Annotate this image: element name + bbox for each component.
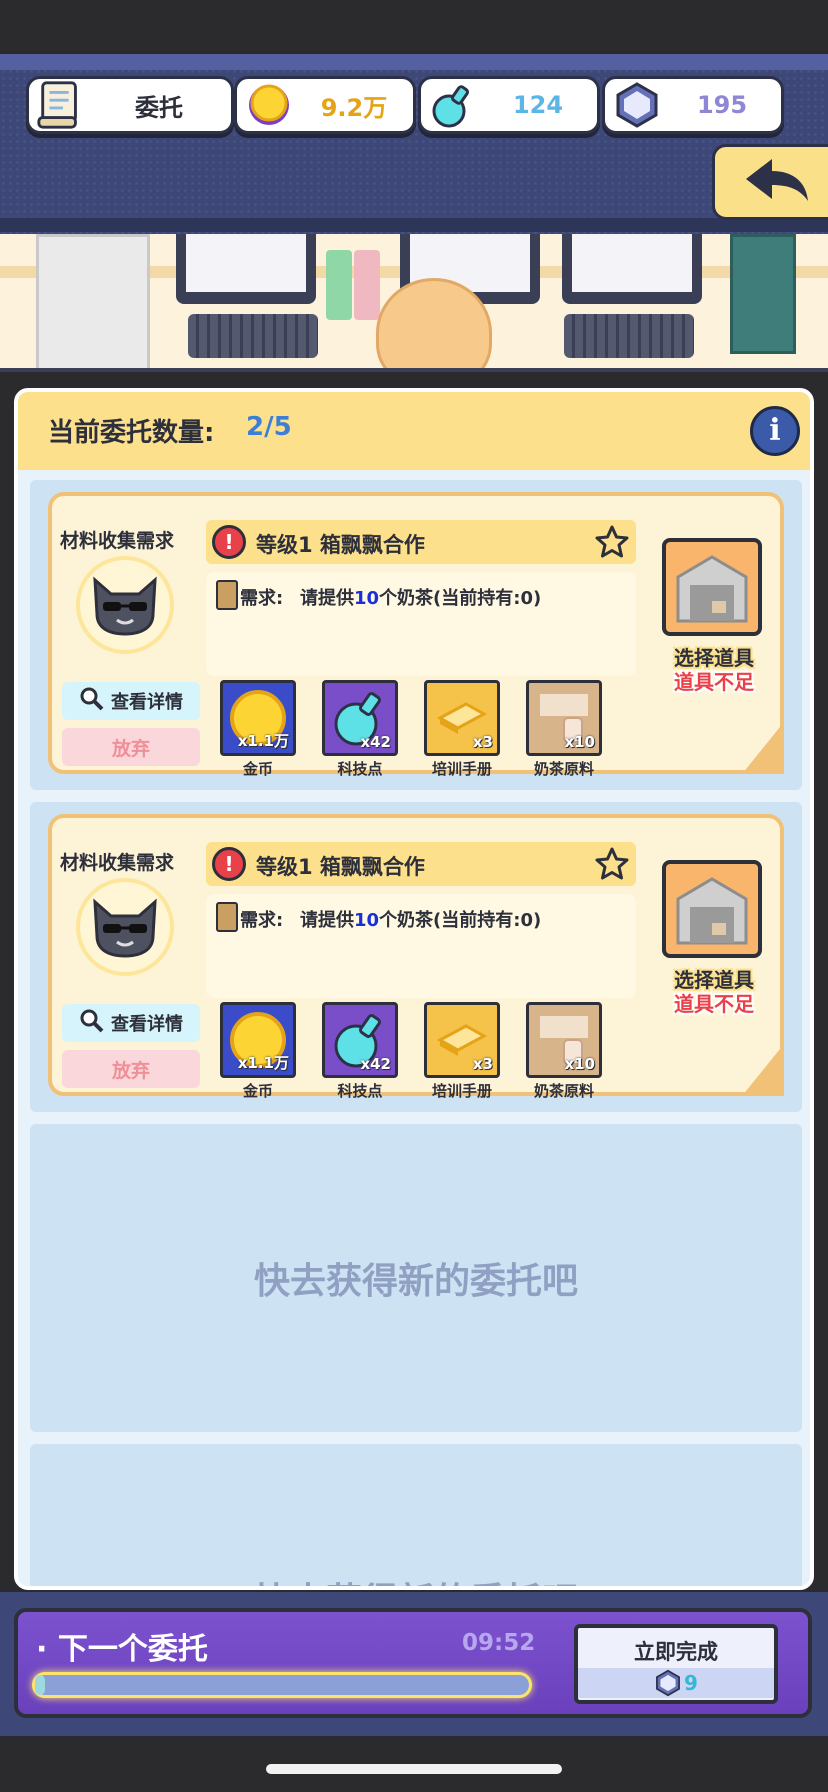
instant-complete-button[interactable]: 立即完成 9 [574, 1624, 778, 1704]
magnifier-icon [79, 1008, 105, 1039]
entrust-card: 材料收集需求 查看详情 放弃 ! 等级1 箱飘飘合作 需求: 请提供10个奶茶(… [48, 492, 784, 778]
empty-slot-text: 快去获得新的委托吧 [253, 1261, 578, 1302]
warehouse-icon [676, 555, 748, 623]
reward-gold[interactable]: x1.1万 金币 [220, 680, 296, 779]
magnifier-icon [79, 686, 105, 717]
gold-value: 9.2万 [320, 93, 388, 122]
entrust-slot: 材料收集需求 查看详情 放弃 ! 等级1 箱飘飘合作 需求: 请提供10个奶茶(… [30, 802, 802, 1112]
back-button[interactable] [712, 144, 828, 220]
progress-fill [35, 1675, 45, 1695]
scene-keyboard [188, 314, 318, 358]
view-details-button[interactable]: 查看详情 [62, 1004, 200, 1042]
requirement-label: 需求: [240, 588, 284, 609]
view-details-label: 查看详情 [111, 692, 183, 713]
header-strip-bottom [0, 218, 828, 232]
requirement-box: 需求: 请提供10个奶茶(当前持有:0) [206, 572, 636, 676]
card-title-bar: ! 等级1 箱飘飘合作 [206, 842, 636, 886]
instant-complete-cost: 9 [578, 1668, 774, 1698]
view-details-label: 查看详情 [111, 1014, 183, 1035]
requirement-text: 请提供10个奶茶(当前持有:0) [300, 910, 542, 931]
insufficient-item-label: 道具不足 [674, 670, 754, 694]
clipboard-icon [216, 580, 238, 610]
entrust-pill[interactable]: 委托 [26, 76, 234, 134]
next-entrust-timer: 09:52 [462, 1630, 536, 1656]
home-indicator[interactable] [266, 1764, 562, 1774]
back-arrow-icon [742, 155, 812, 209]
reward-tech[interactable]: x42 科技点 [322, 1002, 398, 1101]
scroll-icon [35, 79, 87, 131]
empty-slot-text: 快去获得新的委托吧 [30, 1572, 802, 1586]
star-icon[interactable] [594, 846, 630, 882]
tech-value: 124 [512, 91, 564, 119]
clipboard-icon [216, 902, 238, 932]
abandon-button[interactable]: 放弃 [62, 1050, 200, 1088]
gold-pill[interactable]: 9.2万 [234, 76, 416, 134]
insufficient-item-label: 道具不足 [674, 992, 754, 1016]
hex-gem-icon [611, 79, 663, 131]
reward-milk-tea-material[interactable]: x10 奶茶原料 [526, 1002, 602, 1101]
instant-complete-label: 立即完成 [634, 1640, 718, 1664]
abandon-button[interactable]: 放弃 [62, 728, 200, 766]
flask-icon [427, 79, 479, 131]
tech-pill[interactable]: 124 [418, 76, 600, 134]
empty-slot: 快去获得新的委托吧 [30, 1124, 802, 1432]
entrust-card: 材料收集需求 查看详情 放弃 ! 等级1 箱飘飘合作 需求: 请提供10个奶茶(… [48, 814, 784, 1100]
entrust-panel: 当前委托数量: 2/5 i 材料收集需求 查看详情 放弃 ! 等级1 箱飘飘合作… [14, 388, 814, 1590]
entrust-count-label: 当前委托数量: [48, 418, 215, 448]
cat-avatar [76, 878, 174, 976]
select-item-button[interactable] [662, 538, 762, 636]
scene-cup [326, 250, 352, 320]
card-type: 材料收集需求 [60, 530, 175, 552]
cat-avatar [76, 556, 174, 654]
reward-manual[interactable]: x3 培训手册 [424, 680, 500, 779]
header-strip [0, 54, 828, 70]
card-title-bar: ! 等级1 箱飘飘合作 [206, 520, 636, 564]
empty-slot: 快去获得新的委托吧 [30, 1444, 802, 1586]
scene-monitor [176, 234, 316, 304]
alert-icon: ! [212, 847, 246, 881]
view-details-button[interactable]: 查看详情 [62, 682, 200, 720]
panel-header: 当前委托数量: 2/5 i [18, 392, 810, 470]
scene-fridge [36, 234, 150, 368]
star-icon[interactable] [594, 524, 630, 560]
warehouse-icon [676, 877, 748, 945]
requirement-box: 需求: 请提供10个奶茶(当前持有:0) [206, 894, 636, 998]
next-entrust-label: · 下一个委托 [36, 1632, 208, 1667]
reward-manual[interactable]: x3 培训手册 [424, 1002, 500, 1101]
entrust-count-value: 2/5 [246, 412, 292, 442]
scene-locker [730, 234, 796, 354]
reward-gold[interactable]: x1.1万 金币 [220, 1002, 296, 1101]
scene-cup [354, 250, 380, 320]
info-icon[interactable]: i [750, 406, 800, 456]
select-item-button[interactable] [662, 860, 762, 958]
status-bar [0, 0, 828, 54]
scene-keyboard [564, 314, 694, 358]
entrust-label: 委托 [135, 93, 183, 122]
requirement-label: 需求: [240, 910, 284, 931]
office-scene [0, 234, 828, 372]
reward-tech[interactable]: x42 科技点 [322, 680, 398, 779]
gold-coin-icon [243, 79, 295, 131]
gem-pill[interactable]: 195 [602, 76, 784, 134]
card-title: 等级1 箱飘飘合作 [256, 855, 425, 879]
requirement-text: 请提供10个奶茶(当前持有:0) [300, 588, 542, 609]
entrust-slot: 材料收集需求 查看详情 放弃 ! 等级1 箱飘飘合作 需求: 请提供10个奶茶(… [30, 480, 802, 790]
next-entrust-progress [32, 1672, 532, 1698]
hex-gem-icon [656, 1669, 680, 1697]
scene-monitor [562, 234, 702, 304]
reward-milk-tea-material[interactable]: x10 奶茶原料 [526, 680, 602, 779]
alert-icon: ! [212, 525, 246, 559]
card-type: 材料收集需求 [60, 852, 175, 874]
card-title: 等级1 箱飘飘合作 [256, 533, 425, 557]
gem-value: 195 [696, 91, 748, 119]
